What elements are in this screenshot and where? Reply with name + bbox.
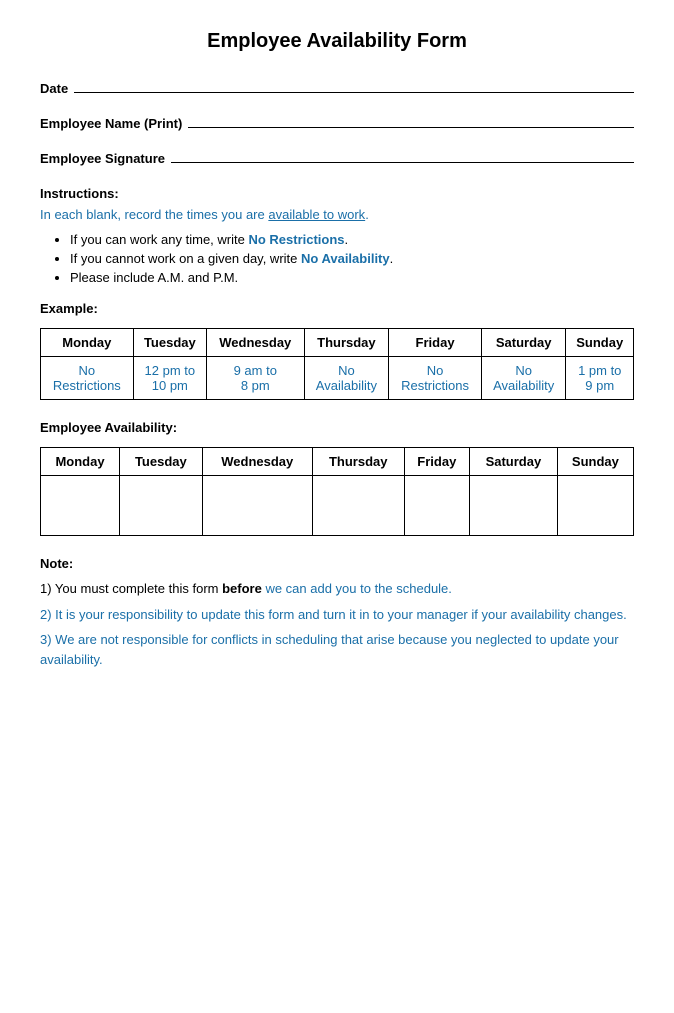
instructions-intro: In each blank, record the times you are … [40, 207, 634, 222]
example-col-monday: Monday [41, 329, 134, 357]
availability-input-row[interactable] [41, 476, 634, 536]
example-col-wednesday: Wednesday [206, 329, 304, 357]
example-wednesday: 9 am to8 pm [206, 357, 304, 400]
name-field-row: Employee Name (Print) [40, 116, 634, 131]
avail-friday-cell[interactable] [404, 476, 469, 536]
avail-tuesday-cell[interactable] [120, 476, 203, 536]
example-col-thursday: Thursday [304, 329, 389, 357]
example-tuesday: 12 pm to10 pm [133, 357, 206, 400]
instructions-intro-underline: available to work [268, 207, 365, 222]
note-section: Note: 1) You must complete this form bef… [40, 556, 634, 669]
avail-col-wednesday: Wednesday [202, 448, 312, 476]
bullet-list: If you can work any time, write No Restr… [40, 232, 634, 285]
no-restrictions-bullet: No Restrictions [248, 232, 344, 247]
example-friday: NoRestrictions [389, 357, 482, 400]
page-title: Employee Availability Form [40, 30, 634, 53]
date-line [74, 92, 634, 93]
example-col-saturday: Saturday [481, 329, 566, 357]
avail-col-monday: Monday [41, 448, 120, 476]
note-2: 2) It is your responsibility to update t… [40, 605, 634, 625]
note-2-text: 2) It is your responsibility to update t… [40, 607, 627, 622]
example-col-sunday: Sunday [566, 329, 634, 357]
date-label: Date [40, 81, 68, 96]
avail-monday-cell[interactable] [41, 476, 120, 536]
avail-wednesday-cell[interactable] [202, 476, 312, 536]
example-thursday: NoAvailability [304, 357, 389, 400]
note-1-blue: we can add you to the schedule. [262, 581, 452, 596]
example-header-row: Monday Tuesday Wednesday Thursday Friday… [41, 329, 634, 357]
avail-saturday-cell[interactable] [469, 476, 557, 536]
signature-line [171, 162, 634, 163]
avail-col-tuesday: Tuesday [120, 448, 203, 476]
avail-col-sunday: Sunday [557, 448, 633, 476]
date-field-row: Date [40, 81, 634, 96]
example-data-row: NoRestrictions 12 pm to10 pm 9 am to8 pm… [41, 357, 634, 400]
note-3-text: 3) We are not responsible for conflicts … [40, 632, 619, 667]
example-col-tuesday: Tuesday [133, 329, 206, 357]
note-header: Note: [40, 556, 634, 571]
bullet-1: If you can work any time, write No Restr… [70, 232, 634, 247]
example-col-friday: Friday [389, 329, 482, 357]
name-label: Employee Name (Print) [40, 116, 182, 131]
signature-label: Employee Signature [40, 151, 165, 166]
example-table: Monday Tuesday Wednesday Thursday Friday… [40, 328, 634, 400]
avail-col-friday: Friday [404, 448, 469, 476]
avail-col-thursday: Thursday [312, 448, 404, 476]
availability-table: Monday Tuesday Wednesday Thursday Friday… [40, 447, 634, 536]
example-monday: NoRestrictions [41, 357, 134, 400]
name-line [188, 127, 634, 128]
example-saturday: NoAvailability [481, 357, 566, 400]
example-sunday: 1 pm to9 pm [566, 357, 634, 400]
signature-field-row: Employee Signature [40, 151, 634, 166]
note-1-bold: before [222, 581, 262, 596]
availability-header-row: Monday Tuesday Wednesday Thursday Friday… [41, 448, 634, 476]
avail-thursday-cell[interactable] [312, 476, 404, 536]
note-1: 1) You must complete this form before we… [40, 579, 634, 599]
bullet-2: If you cannot work on a given day, write… [70, 251, 634, 266]
example-header: Example: [40, 301, 634, 316]
instructions-header: Instructions: [40, 186, 634, 201]
bullet-3: Please include A.M. and P.M. [70, 270, 634, 285]
no-availability-bullet: No Availability [301, 251, 390, 266]
availability-header: Employee Availability: [40, 420, 634, 435]
avail-sunday-cell[interactable] [557, 476, 633, 536]
note-1-number: 1) You must complete this form [40, 581, 222, 596]
avail-col-saturday: Saturday [469, 448, 557, 476]
note-3: 3) We are not responsible for conflicts … [40, 630, 634, 669]
